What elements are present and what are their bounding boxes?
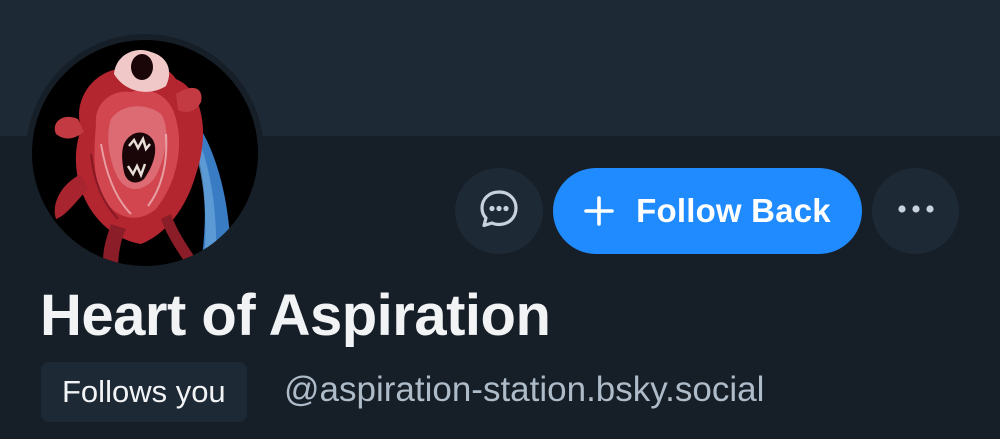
ellipsis-icon — [896, 202, 936, 220]
follows-you-badge: Follows you — [41, 362, 247, 422]
chat-bubble-icon — [477, 187, 521, 236]
plus-icon — [584, 196, 614, 226]
avatar[interactable] — [26, 34, 264, 272]
follow-back-button[interactable]: Follow Back — [553, 168, 862, 254]
profile-handle[interactable]: @aspiration-station.bsky.social — [284, 370, 764, 410]
more-options-button[interactable] — [872, 168, 959, 254]
message-button[interactable] — [455, 168, 543, 254]
display-name: Heart of Aspiration — [40, 283, 551, 348]
follow-back-label: Follow Back — [636, 192, 831, 229]
